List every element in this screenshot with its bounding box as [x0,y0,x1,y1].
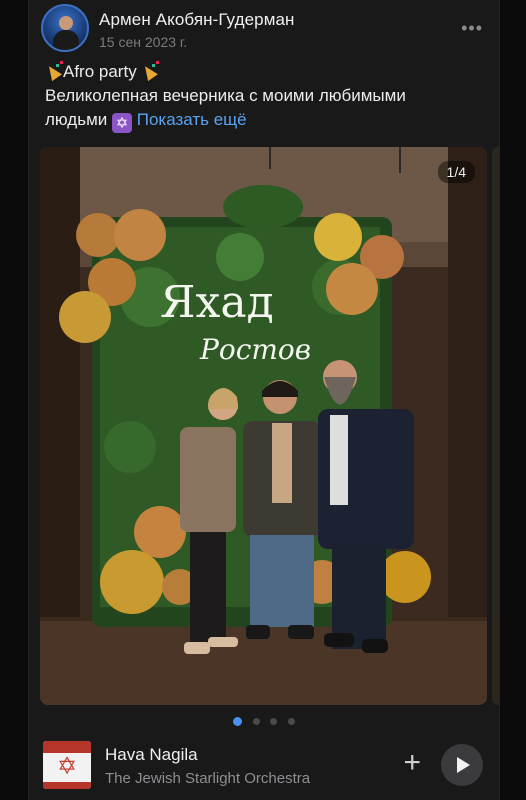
carousel-dot-3[interactable] [270,718,278,726]
star-of-david-icon: ✡ [56,752,78,780]
star-of-david-icon: ✡ [112,113,132,133]
carousel-dot-2[interactable] [252,718,260,726]
post-card: Армен Акобян-Гудерман 15 сен 2023 г. •••… [28,0,500,800]
neon-script: Ростов [199,333,311,366]
play-button[interactable] [441,744,483,786]
post-date[interactable]: 15 сен 2023 г. [99,34,187,50]
audio-attachment[interactable]: ✡ Hava Nagila The Jewish Starlight Orche… [43,736,485,796]
carousel-dot-4[interactable] [287,718,295,726]
add-icon[interactable]: + [403,748,421,778]
avatar-body [53,30,79,50]
carousel-dots [29,713,499,727]
post-title: Afro party [63,62,137,81]
post-text-line-2: Великолепная вечерника с моими любимыми [45,86,406,105]
post-text-line-1: Afro party [44,60,483,84]
avatar[interactable] [41,4,89,52]
party-popper-icon [44,61,63,82]
post-text-line-3: людьми ✡ Показать ещё [45,108,483,133]
photo-illustration: Яхад Ростов [40,147,487,705]
show-more-link[interactable]: Показать ещё [137,110,247,129]
post-text-tail: людьми [45,110,108,129]
track-title[interactable]: Hava Nagila [105,745,198,765]
post-text: Afro party Великолепная вечерника с моим… [44,60,483,133]
album-cover[interactable]: ✡ [43,741,91,789]
track-artist[interactable]: The Jewish Starlight Orchestra [105,770,310,787]
author-name[interactable]: Армен Акобян-Гудерман [99,10,295,30]
neon-sign: Яхад [160,277,274,328]
post-header: Армен Акобян-Гудерман 15 сен 2023 г. ••• [41,4,487,56]
post-photo[interactable]: Яхад Ростов 1/4 [40,147,487,705]
play-icon [457,757,470,773]
next-photo-peek[interactable] [492,147,499,705]
more-icon[interactable]: ••• [461,18,483,39]
avatar-face [59,16,73,30]
photo-counter: 1/4 [437,161,475,183]
carousel-dot-1[interactable] [233,717,243,727]
party-popper-icon [140,61,160,82]
